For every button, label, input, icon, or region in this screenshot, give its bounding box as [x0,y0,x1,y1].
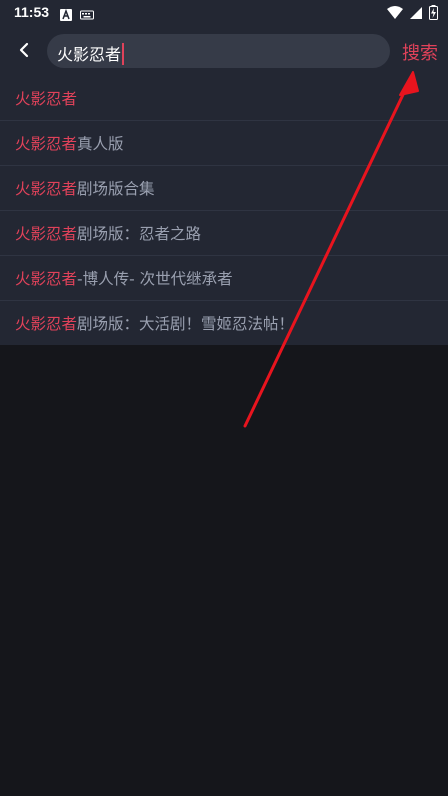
suggestion-item[interactable]: 火影忍者 真人版 [0,121,448,166]
suggestion-item[interactable]: 火影忍者 [0,76,448,121]
status-bar: 11:53 [0,0,448,26]
keyboard-icon [80,6,94,25]
back-button[interactable] [10,36,38,64]
suggestion-item[interactable]: 火影忍者 剧场版：忍者之路 [0,211,448,256]
search-query: 火影忍者 [57,45,122,64]
suggestion-highlight: 火影忍者 [15,90,78,108]
search-input-text: 火影忍者 [57,41,125,67]
signal-icon [409,5,423,24]
suggestion-rest: 真人版 [77,135,124,153]
search-button[interactable]: 搜索 [402,39,438,65]
search-header: 火影忍者 搜索 [0,26,448,76]
suggestion-highlight: 火影忍者 [15,270,78,288]
suggestion-rest: 剧场版合集 [77,180,155,198]
status-icons-left [60,6,94,25]
status-icons-right [387,5,438,24]
suggestion-highlight: 火影忍者 [15,225,78,243]
search-screen: 11:53 火影忍者 搜索 火影忍者 火影忍者 真人版 火影忍者 剧场版合集 火… [0,0,448,796]
a-notification-icon [60,6,72,25]
battery-charging-icon [429,5,438,24]
suggestion-item[interactable]: 火影忍者 -博人传- 次世代继承者 [0,256,448,301]
suggestion-rest: 剧场版：忍者之路 [77,225,202,243]
suggestion-highlight: 火影忍者 [15,315,78,333]
suggestion-highlight: 火影忍者 [15,180,78,198]
wifi-icon [387,5,403,24]
suggestion-list: 火影忍者 火影忍者 真人版 火影忍者 剧场版合集 火影忍者 剧场版：忍者之路 火影忍者… [0,76,448,345]
suggestion-highlight: 火影忍者 [15,135,78,153]
search-input[interactable]: 火影忍者 [47,34,390,68]
suggestion-rest: 剧场版：大活剧！雪姬忍法帖！ [77,315,295,333]
text-caret [122,42,125,65]
chevron-left-icon [19,42,29,58]
status-time: 11:53 [14,4,50,20]
suggestion-item[interactable]: 火影忍者 剧场版：大活剧！雪姬忍法帖！ [0,301,448,345]
suggestion-item[interactable]: 火影忍者 剧场版合集 [0,166,448,211]
suggestion-rest: -博人传- 次世代继承者 [77,270,233,288]
